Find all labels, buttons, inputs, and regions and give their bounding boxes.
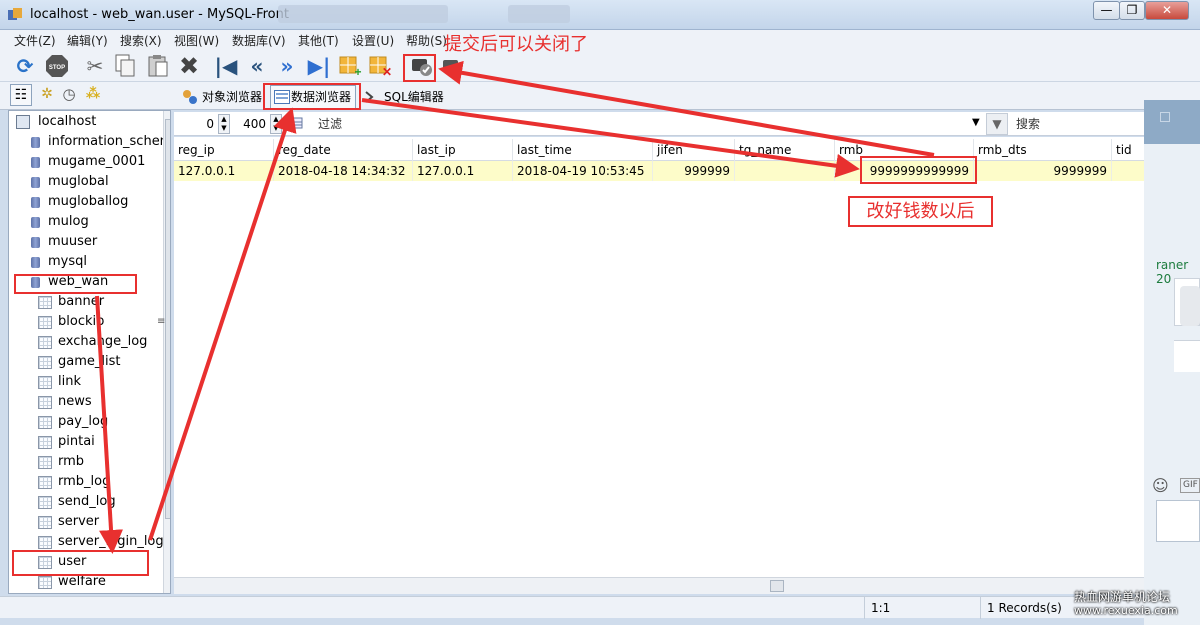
- arrow-rmb-to-post: [438, 60, 935, 157]
- annotation-arrows: [95, 60, 935, 554]
- arrow-data-browser-to-rmb: [361, 98, 860, 178]
- arrow-user-to-data-browser: [148, 107, 297, 541]
- arrow-web-wan-to-user: [95, 295, 124, 554]
